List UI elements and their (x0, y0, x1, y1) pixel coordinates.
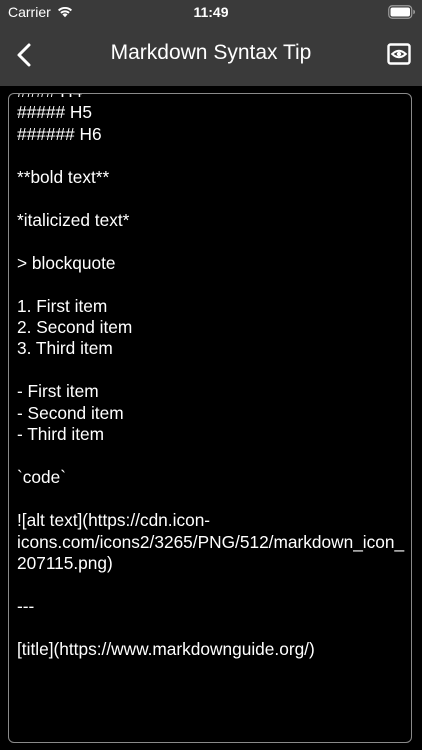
screen: Carrier 11:49 Markdown Syntax Tip ##### … (0, 0, 422, 750)
status-time: 11:49 (193, 4, 229, 20)
back-button[interactable] (8, 38, 42, 72)
navigation-bar: Markdown Syntax Tip (0, 24, 422, 86)
chevron-left-icon (17, 43, 31, 67)
markdown-text-editor[interactable]: #### H4 ##### H5 ###### H6 **bold text**… (8, 93, 412, 743)
battery-icon (388, 5, 415, 19)
top-bar: Carrier 11:49 Markdown Syntax Tip (0, 0, 422, 86)
page-title: Markdown Syntax Tip (110, 41, 312, 64)
editor-content[interactable]: #### H4 ##### H5 ###### H6 **bold text**… (17, 94, 405, 660)
status-bar: Carrier 11:49 (0, 0, 422, 24)
preview-button[interactable] (384, 40, 414, 68)
eye-preview-icon (387, 43, 411, 65)
